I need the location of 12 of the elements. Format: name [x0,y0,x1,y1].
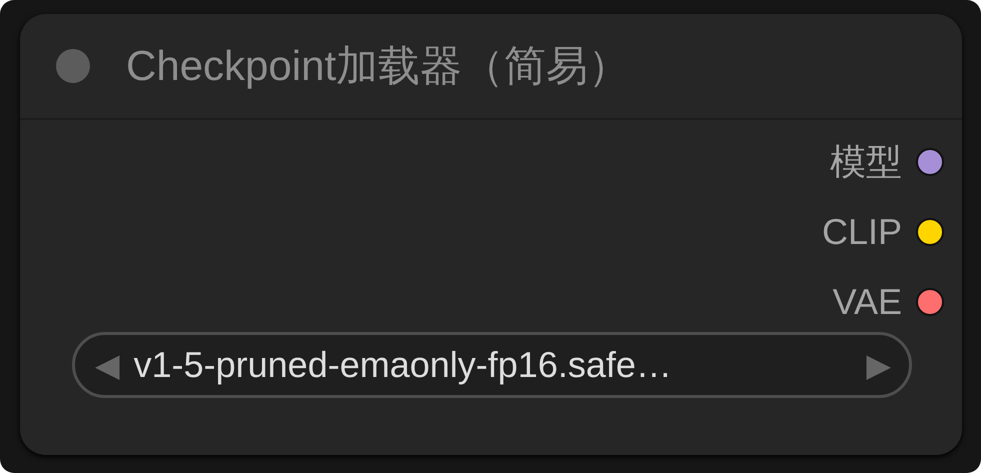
output-label: CLIP [822,211,902,253]
node-title: Checkpoint加载器（简易） [126,41,630,91]
output-label: 模型 [830,140,902,184]
model-combo[interactable]: ◀ v1-5-pruned-emaonly-fp16.safe… ▶ [72,332,912,398]
output-slot[interactable] [916,218,944,246]
combo-value: v1-5-pruned-emaonly-fp16.safe… [132,344,673,386]
output-label: VAE [832,281,902,323]
next-arrow[interactable]: ▶ [866,346,891,384]
previous-arrow[interactable]: ◀ [95,346,120,384]
output-slot[interactable] [916,288,944,316]
output-slot[interactable] [916,148,944,176]
collapse-dot-icon[interactable] [56,49,90,83]
